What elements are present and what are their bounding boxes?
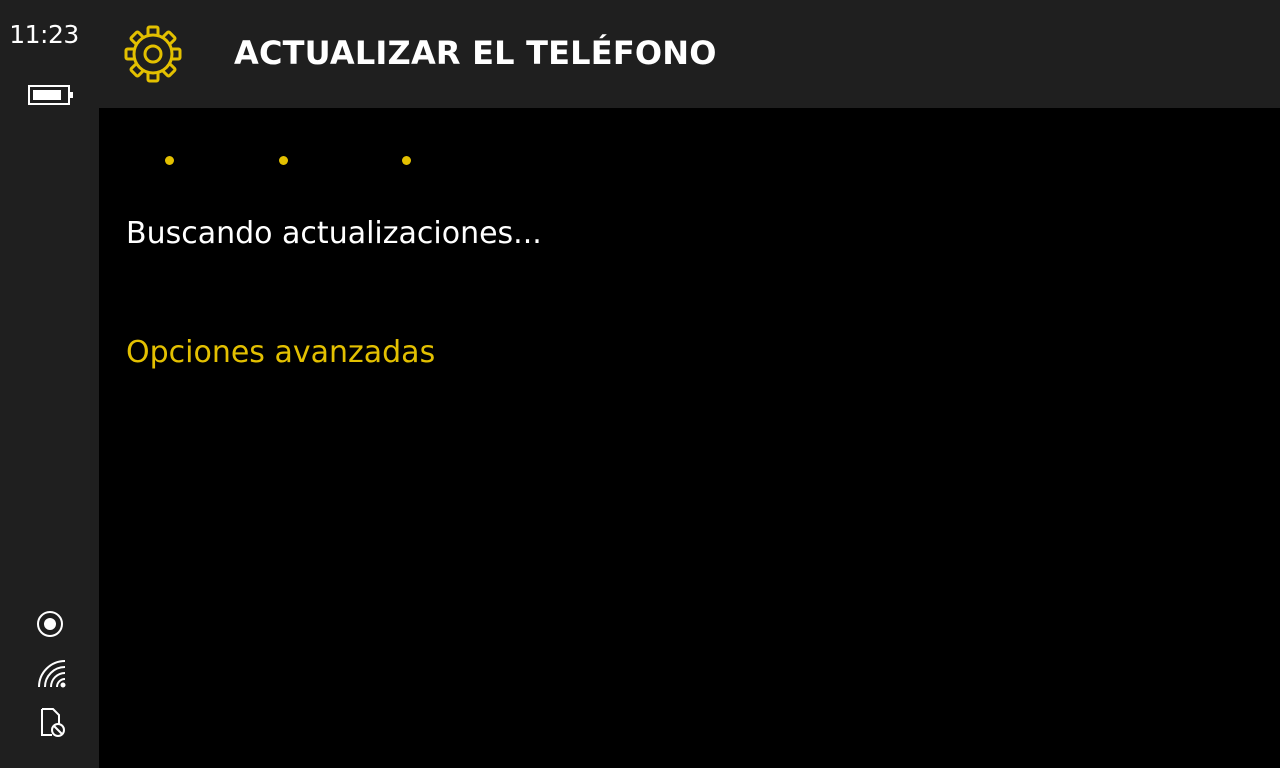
- location-icon: [37, 611, 63, 637]
- battery-icon: [28, 85, 73, 105]
- system-status-bar: 11:23: [0, 0, 99, 768]
- page-title: ACTUALIZAR EL TELÉFONO: [234, 34, 717, 72]
- progress-dot: [165, 156, 174, 165]
- gear-icon: [124, 25, 182, 83]
- main-content: Buscando actualizaciones... Opciones ava…: [99, 108, 1280, 768]
- clock-time: 11:23: [9, 20, 79, 49]
- app-header: ACTUALIZAR EL TELÉFONO: [99, 0, 1280, 108]
- update-status-text: Buscando actualizaciones...: [126, 216, 542, 251]
- progress-dot: [279, 156, 288, 165]
- wifi-icon: [38, 660, 66, 688]
- sim-blocked-icon: [41, 708, 65, 737]
- progress-dot: [402, 156, 411, 165]
- advanced-options-link[interactable]: Opciones avanzadas: [126, 335, 435, 370]
